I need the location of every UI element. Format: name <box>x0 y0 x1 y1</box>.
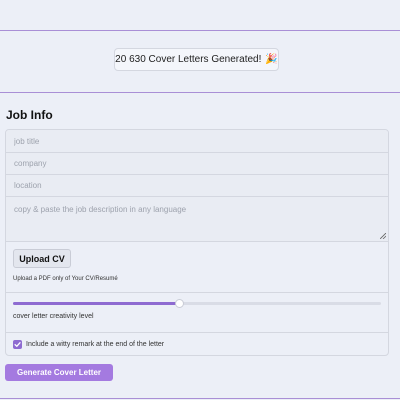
witty-remark-checkbox[interactable] <box>13 340 22 349</box>
upload-section: Upload CV Upload a PDF only of Your CV/R… <box>6 242 388 293</box>
job-title-row <box>6 130 388 153</box>
generate-cover-letter-button[interactable]: Generate Cover Letter <box>5 364 113 381</box>
slider-fill <box>13 302 179 305</box>
location-row <box>6 175 388 197</box>
location-input[interactable] <box>6 175 388 196</box>
job-description-textarea[interactable] <box>6 197 388 241</box>
resize-grip-icon[interactable] <box>380 233 386 239</box>
section-title: Job Info <box>6 108 53 122</box>
letters-generated-badge: 20 630 Cover Letters Generated! 🎉 <box>114 48 279 71</box>
bottom-divider <box>0 398 400 399</box>
party-popper-icon: 🎉 <box>265 54 278 65</box>
job-info-form: Upload CV Upload a PDF only of Your CV/R… <box>5 129 389 356</box>
checkmark-icon <box>14 342 21 347</box>
upload-hint: Upload a PDF only of Your CV/Resumé <box>13 276 118 282</box>
job-description-row <box>6 197 388 242</box>
slider-thumb[interactable] <box>174 299 184 308</box>
creativity-slider[interactable] <box>13 299 381 308</box>
witty-remark-label: Include a witty remark at the end of the… <box>26 341 165 348</box>
top-divider <box>0 30 400 31</box>
counter-text: 20 630 Cover Letters Generated! <box>115 54 262 65</box>
creativity-section: cover letter creativity level <box>6 293 388 333</box>
job-title-input[interactable] <box>6 130 388 152</box>
upload-cv-button[interactable]: Upload CV <box>13 249 71 268</box>
witty-remark-row: Include a witty remark at the end of the… <box>6 333 388 355</box>
company-input[interactable] <box>6 153 388 174</box>
creativity-label: cover letter creativity level <box>13 313 94 320</box>
company-row <box>6 153 388 175</box>
section-divider <box>0 92 400 93</box>
